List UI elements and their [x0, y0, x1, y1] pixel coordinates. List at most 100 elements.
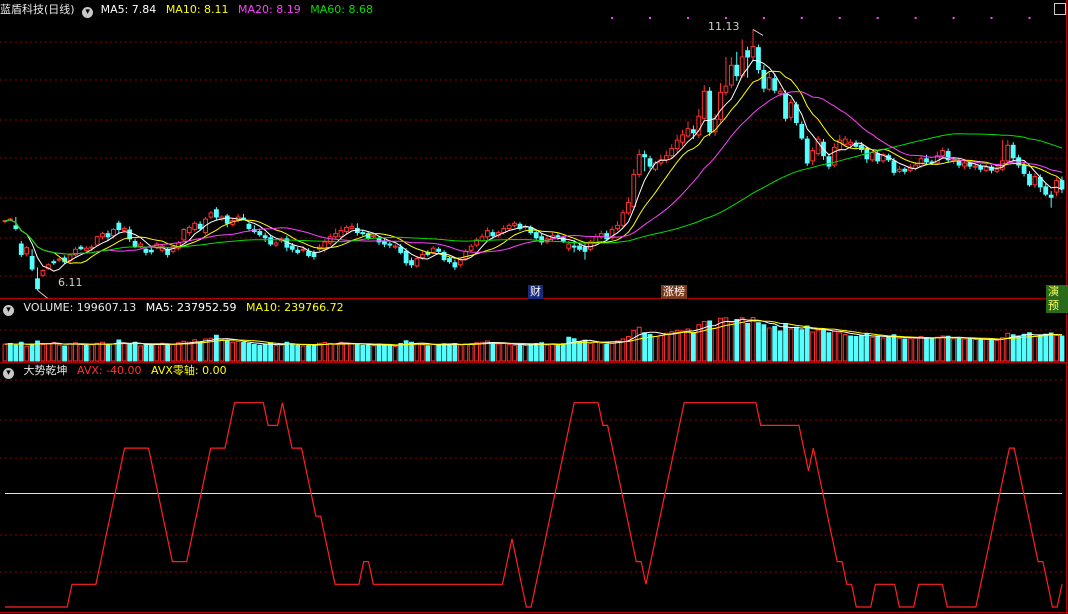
volume-bar [918, 336, 924, 362]
volume-bar [45, 343, 51, 362]
chevron-down-icon[interactable]: ▾ [82, 7, 94, 18]
volume-bar [929, 338, 935, 362]
candle-body [430, 247, 436, 253]
candle-body [18, 243, 24, 255]
volume-bar [154, 343, 160, 362]
candle-body [105, 233, 111, 238]
candle-body [783, 92, 788, 119]
volume-bar [219, 339, 225, 362]
restore-window-icon[interactable] [1054, 3, 1066, 15]
volume-bar [414, 343, 420, 362]
volume-bar [409, 341, 414, 362]
volume-bar [51, 342, 57, 362]
volume-bar [506, 344, 512, 362]
candle-body [295, 249, 301, 253]
candle-body [1005, 144, 1011, 162]
event-dot [762, 17, 765, 19]
volume-bar [837, 332, 843, 362]
candle-body [625, 201, 631, 214]
candle-body [1010, 144, 1016, 159]
volume-bar [78, 343, 84, 362]
candle-body [604, 233, 610, 240]
volume-bar [371, 345, 376, 362]
volume-bar [365, 344, 371, 362]
candle-body [371, 235, 376, 238]
candle-body [333, 233, 339, 238]
candle-body [972, 165, 978, 168]
candle-body [891, 160, 897, 173]
volume-bar [29, 343, 35, 362]
volume-bar [479, 341, 485, 362]
candle-body [262, 235, 268, 239]
volume-bar [907, 338, 913, 362]
candle-body [306, 250, 311, 256]
candle-body [636, 154, 642, 175]
volume-bar [951, 338, 956, 362]
volume-bar [176, 342, 181, 362]
candle-body [956, 160, 962, 166]
volume-bar [723, 317, 729, 362]
volume-bar [555, 344, 561, 362]
volume-bar [859, 335, 864, 362]
volume-bar [902, 338, 908, 362]
candle-body [387, 243, 393, 246]
volume-bar [669, 331, 675, 362]
candle-body [772, 78, 778, 91]
volume-bar [734, 319, 740, 362]
candle-body [186, 226, 192, 234]
candle-body [902, 168, 908, 172]
volume-bar [224, 340, 230, 362]
ma5-value: MA5: 7.84 [100, 3, 157, 16]
volume-bar [105, 344, 111, 362]
volume-bar [945, 335, 951, 362]
volume-bar [522, 345, 528, 362]
candle-body [631, 173, 637, 208]
volume-bar [73, 342, 78, 362]
volume-bar [636, 326, 642, 362]
volume-bar [804, 325, 810, 362]
event-dot [686, 17, 689, 19]
candle-body [40, 270, 46, 276]
event-dot [952, 17, 955, 19]
candle-body [620, 212, 626, 226]
candle-body [490, 232, 496, 237]
volume-bar [111, 343, 116, 362]
marker-financial-report[interactable]: 财 [528, 285, 543, 299]
candle-body [994, 168, 1000, 172]
volume-bar [913, 337, 919, 362]
volume-bar [512, 344, 517, 362]
candle-body [788, 102, 794, 118]
volume-bar [712, 327, 718, 362]
volume-bar [967, 338, 973, 362]
chevron-down-icon[interactable]: ▾ [3, 305, 14, 316]
volume-bar [772, 326, 778, 362]
volume-bar [311, 344, 317, 362]
marker-forecast[interactable]: 演预 [1046, 285, 1068, 313]
volume-bar [793, 326, 799, 362]
volume-bar [864, 333, 870, 362]
avx-zero-value: AVX零轴: 0.00 [151, 364, 227, 377]
candle-body [669, 147, 675, 157]
candle-body [208, 212, 214, 218]
candle-body [349, 225, 355, 229]
volume-bar [1037, 334, 1043, 362]
candle-body [311, 252, 317, 258]
volume-bar [788, 328, 794, 362]
volume-bar [295, 344, 301, 362]
candle-body [680, 134, 685, 143]
volume-bar [441, 343, 447, 362]
marker-top-gainers[interactable]: 涨榜 [661, 285, 687, 299]
volume-bar [848, 335, 853, 362]
candle-body [224, 215, 230, 224]
candle-body [577, 245, 582, 250]
volume-bar [100, 341, 105, 362]
volume-bar [89, 344, 95, 362]
volume-bar [994, 339, 1000, 362]
volume-bar [468, 343, 474, 362]
volume-bar [322, 342, 328, 362]
chevron-down-icon[interactable]: ▾ [3, 368, 14, 379]
volume-bar [934, 336, 940, 362]
volume-bar [490, 342, 496, 362]
volume-bar [392, 346, 398, 362]
candle-body [642, 154, 648, 158]
